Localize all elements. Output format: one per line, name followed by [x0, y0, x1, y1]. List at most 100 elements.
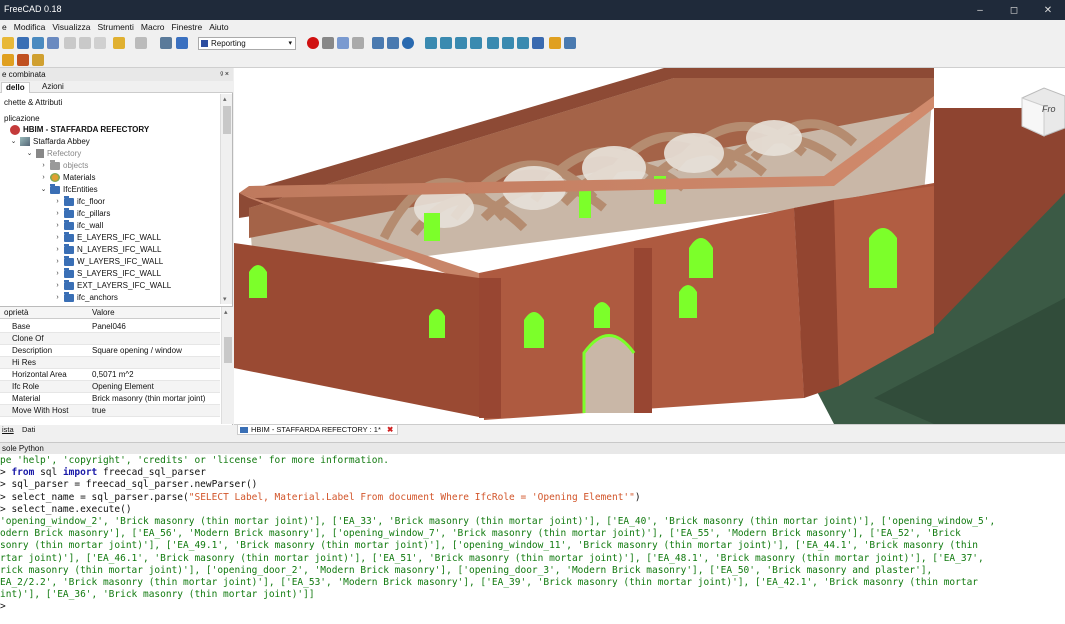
- python-console[interactable]: pe 'help', 'copyright', 'credits' or 'li…: [0, 454, 1065, 624]
- tree-item-objects[interactable]: › objects: [40, 159, 88, 171]
- whats-this-icon[interactable]: [176, 37, 188, 49]
- chevron-down-icon[interactable]: ⌄: [40, 184, 47, 195]
- chevron-right-icon[interactable]: ›: [54, 268, 61, 279]
- folder-icon: [64, 195, 74, 206]
- new-file-icon[interactable]: [2, 37, 14, 49]
- property-row[interactable]: Base Panel046: [0, 321, 220, 333]
- 3d-viewport[interactable]: Fro: [234, 68, 1065, 424]
- tree-item-e-layers[interactable]: › E_LAYERS_IFC_WALL: [54, 231, 161, 243]
- navcube-label[interactable]: Fro: [1042, 104, 1056, 114]
- save-icon[interactable]: [32, 37, 44, 49]
- property-scrollbar[interactable]: ▴: [221, 307, 233, 424]
- chevron-right-icon[interactable]: ›: [54, 256, 61, 267]
- scroll-up-icon[interactable]: ▴: [224, 308, 228, 316]
- view-left-icon[interactable]: [517, 37, 529, 49]
- record-macro-icon[interactable]: [307, 37, 319, 49]
- tree-item-abbey[interactable]: ⌄ Staffarda Abbey: [10, 136, 90, 147]
- property-row[interactable]: Description Square opening / window: [0, 345, 220, 357]
- property-row[interactable]: Clone Of: [0, 333, 220, 345]
- copy-icon[interactable]: [79, 37, 91, 49]
- report-icon[interactable]: [2, 54, 14, 66]
- chevron-down-icon[interactable]: ⌄: [26, 148, 33, 159]
- chevron-right-icon[interactable]: ›: [54, 232, 61, 243]
- close-tab-icon[interactable]: ✖: [387, 425, 393, 434]
- close-button[interactable]: ✕: [1031, 0, 1065, 20]
- chevron-right-icon[interactable]: ›: [54, 208, 61, 219]
- menu-visualizza[interactable]: Visualizza: [52, 22, 90, 32]
- minimize-button[interactable]: –: [963, 0, 997, 20]
- fit-selection-icon[interactable]: [387, 37, 399, 49]
- tab-tasks[interactable]: Azioni: [42, 82, 64, 91]
- draw-style-icon[interactable]: [402, 37, 414, 49]
- tree-item-document[interactable]: HBIM - STAFFARDA REFECTORY: [10, 124, 149, 135]
- view-bottom-icon[interactable]: [502, 37, 514, 49]
- measure-icon[interactable]: [532, 37, 544, 49]
- chevron-right-icon[interactable]: ›: [54, 220, 61, 231]
- maximize-button[interactable]: ◻: [997, 0, 1031, 20]
- tree-item-w-layers[interactable]: › W_LAYERS_IFC_WALL: [54, 255, 163, 267]
- view-right-icon[interactable]: [470, 37, 482, 49]
- stop-macro-icon[interactable]: [322, 37, 334, 49]
- refresh-icon[interactable]: [160, 37, 172, 49]
- cut-icon[interactable]: [64, 37, 76, 49]
- scroll-up-icon[interactable]: ▴: [223, 95, 227, 103]
- tree-item-ifcentities[interactable]: ⌄ IfcEntities: [40, 183, 98, 195]
- dock-controls-icon[interactable]: ᵍ ×: [220, 68, 229, 81]
- property-row[interactable]: Move With Host true: [0, 405, 220, 417]
- tab-model[interactable]: dello: [1, 82, 30, 93]
- macros-icon[interactable]: [337, 37, 349, 49]
- chevron-right-icon[interactable]: ›: [54, 244, 61, 255]
- workbench-toolbar: [0, 52, 1065, 68]
- console-result-line: sonry (thin mortar joint)'], ['EA_49.1',…: [0, 540, 979, 552]
- view-rear-icon[interactable]: [487, 37, 499, 49]
- tree-item-ifc-wall[interactable]: › ifc_wall: [54, 219, 103, 231]
- tree-item-s-layers[interactable]: › S_LAYERS_IFC_WALL: [54, 267, 161, 279]
- chevron-down-icon[interactable]: ⌄: [10, 136, 17, 147]
- open-file-icon[interactable]: [17, 37, 29, 49]
- fit-all-icon[interactable]: [372, 37, 384, 49]
- tree-item-ifc-floor[interactable]: › ifc_floor: [54, 195, 105, 207]
- view-front-icon[interactable]: [440, 37, 452, 49]
- save-as-icon[interactable]: [47, 37, 59, 49]
- menu-aiuto[interactable]: Aiuto: [209, 22, 228, 32]
- property-row[interactable]: Material Brick masonry (thin mortar joint…: [0, 393, 220, 405]
- property-row[interactable]: Horizontal Area 0,5071 m^2: [0, 369, 220, 381]
- property-scroll-thumb[interactable]: [224, 337, 232, 363]
- query-icon[interactable]: [32, 54, 44, 66]
- chevron-right-icon[interactable]: ›: [54, 280, 61, 291]
- menu-strumenti[interactable]: Strumenti: [98, 22, 134, 32]
- tree-item-materials[interactable]: › Materials: [40, 172, 95, 183]
- part-icon[interactable]: [549, 37, 561, 49]
- tree-item-ifc-anchors[interactable]: › ifc_anchors: [54, 291, 118, 303]
- tree-item-n-layers[interactable]: › N_LAYERS_IFC_WALL: [54, 243, 161, 255]
- group-icon[interactable]: [564, 37, 576, 49]
- document-tab[interactable]: HBIM - STAFFARDA REFECTORY : 1* ✖: [237, 425, 399, 435]
- tab-data[interactable]: Dati: [22, 425, 35, 434]
- redo-icon[interactable]: [135, 37, 147, 49]
- console-prompt[interactable]: >: [0, 601, 1065, 613]
- run-macro-icon[interactable]: [352, 37, 364, 49]
- undo-icon[interactable]: [113, 37, 125, 49]
- chevron-right-icon[interactable]: ›: [40, 160, 47, 171]
- view-top-icon[interactable]: [455, 37, 467, 49]
- tree-scrollbar[interactable]: ▴ ▾: [220, 94, 232, 304]
- chevron-right-icon[interactable]: ›: [40, 172, 47, 183]
- chevron-right-icon[interactable]: ›: [54, 196, 61, 207]
- tree-item-ifc-pillars[interactable]: › ifc_pillars: [54, 207, 110, 219]
- chevron-right-icon[interactable]: ›: [54, 292, 61, 303]
- menu-macro[interactable]: Macro: [141, 22, 165, 32]
- workbench-selector[interactable]: Reporting ▾: [198, 37, 296, 50]
- menu-finestre[interactable]: Finestre: [172, 22, 203, 32]
- menu-modifica[interactable]: Modifica: [14, 22, 46, 32]
- view-isometric-icon[interactable]: [425, 37, 437, 49]
- paste-icon[interactable]: [94, 37, 106, 49]
- menu-file[interactable]: e: [2, 22, 7, 32]
- spreadsheet-icon[interactable]: [17, 54, 29, 66]
- tab-view[interactable]: ista: [2, 425, 14, 434]
- tree-scroll-thumb[interactable]: [223, 106, 231, 134]
- tree-item-refectory[interactable]: ⌄ Refectory: [26, 148, 81, 159]
- tree-item-ext-layers[interactable]: › EXT_LAYERS_IFC_WALL: [54, 279, 171, 291]
- scroll-down-icon[interactable]: ▾: [223, 295, 227, 303]
- property-row[interactable]: Ifc Role Opening Element: [0, 381, 220, 393]
- property-row[interactable]: Hi Res: [0, 357, 220, 369]
